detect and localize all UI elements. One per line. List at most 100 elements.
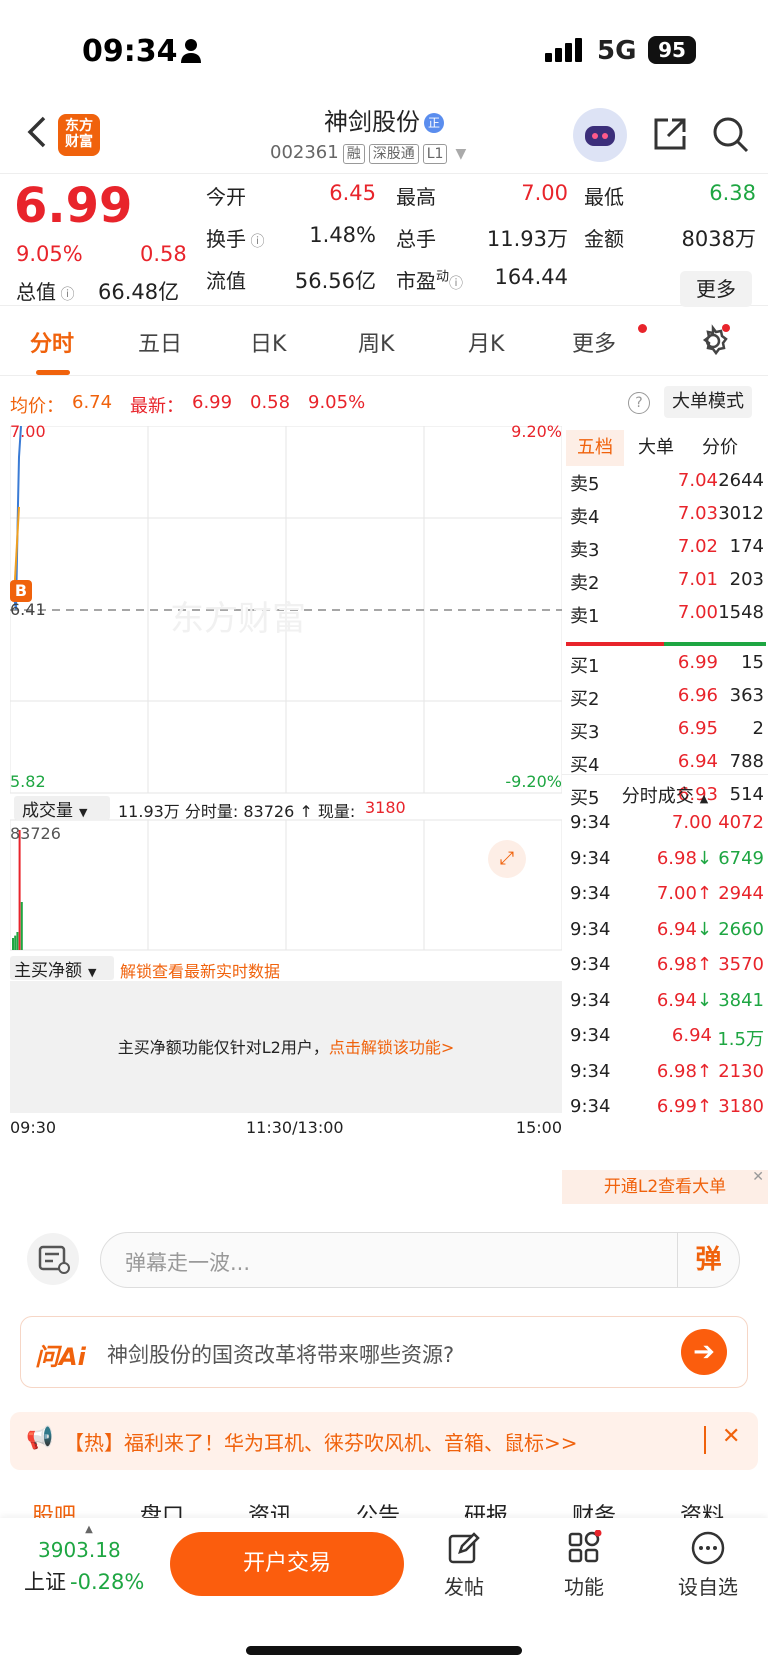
ai-question-bar[interactable]: 问Ai 神剑股份的国资改革将带来哪些资源? ➔: [20, 1316, 748, 1388]
pe-value: 164.44: [494, 265, 568, 289]
float-value-label: 流值: [206, 269, 246, 293]
net-buy-selector[interactable]: 主买净额 ▼: [10, 956, 114, 981]
avg-price: 6.74: [72, 392, 113, 413]
tab-intraday[interactable]: 分时: [30, 326, 74, 358]
tab-weekly-k[interactable]: 周K: [358, 326, 394, 358]
index-ticker[interactable]: ▲ 3903.18 上证 -0.28%: [14, 1524, 164, 1594]
unlock-link[interactable]: 点击解锁该功能>: [329, 1038, 454, 1057]
sell-row[interactable]: 卖4 7.03 3012: [562, 503, 768, 533]
buy-row[interactable]: 买2 6.96 363: [562, 685, 768, 715]
expand-icon[interactable]: ⤢: [488, 840, 526, 878]
chevron-down-icon[interactable]: ▼: [455, 146, 466, 162]
tick-row: 9:34 6.98↓ 6749: [570, 847, 764, 869]
share-icon[interactable]: [650, 114, 690, 154]
ticks-title[interactable]: 分时成交 ▲: [562, 782, 768, 808]
low-value: 6.38: [709, 181, 756, 205]
arrow-right-icon[interactable]: ➔: [681, 1329, 727, 1375]
sell-row[interactable]: 卖5 7.04 2644: [562, 470, 768, 500]
tab-big-orders[interactable]: 大单: [638, 430, 674, 466]
tag-rong: 融: [342, 144, 365, 164]
volume-bar: [12, 938, 14, 950]
volume-selector[interactable]: 成交量 ▼: [14, 796, 110, 821]
promo-banner[interactable]: 📢 【热】福利来了！华为耳机、徕芬吹风机、音箱、鼠标>> ✕: [10, 1412, 758, 1470]
float-value: 56.56亿: [294, 269, 376, 293]
post-label: 发帖: [444, 1575, 484, 1599]
add-watchlist-label: 设自选: [678, 1575, 738, 1599]
high-value: 7.00: [521, 181, 568, 205]
close-icon[interactable]: ✕: [722, 1424, 740, 1449]
add-watchlist-button[interactable]: 设自选: [668, 1530, 748, 1600]
volume-bar: [18, 830, 21, 950]
zheng-badge: 正: [424, 113, 444, 133]
open-value: 6.45: [329, 181, 376, 205]
turnover-label: 换手 ⓘ: [206, 227, 265, 251]
danmu-bar: 弹幕走一波... 弹: [0, 1212, 768, 1302]
tick-row: 9:34 6.98↑ 2130: [570, 1060, 764, 1082]
bottom-bar: ▲ 3903.18 上证 -0.28% 开户交易 发帖 功能 设自选: [0, 1518, 768, 1666]
latest-label: 最新：: [130, 396, 184, 417]
tab-indicator: [36, 370, 70, 375]
depth-tabs: 五档 大单 分价: [562, 430, 768, 466]
quote-panel: 6.99 9.05% 0.58 总值 ⓘ 66.48亿 今开 6.45 最高 7…: [0, 176, 768, 307]
sell-row[interactable]: 卖2 7.01 203: [562, 569, 768, 599]
post-button[interactable]: 发帖: [424, 1530, 504, 1600]
ai-label: 问Ai: [35, 1343, 86, 1371]
buy-strength-bar: [664, 642, 766, 646]
signal-icon: [545, 38, 582, 62]
battery-icon: 95: [648, 36, 696, 64]
y-min-label: 5.82: [10, 772, 46, 791]
help-icon[interactable]: ?: [628, 392, 650, 414]
danmu-input[interactable]: 弹幕走一波... 弹: [100, 1232, 740, 1288]
net-unlock-text[interactable]: 解锁查看最新实时数据: [120, 958, 280, 982]
network-label: 5G: [597, 36, 637, 66]
last-price: 6.99: [14, 178, 133, 234]
index-value: 3903.18: [38, 1538, 121, 1562]
depth-panel: 五档 大单 分价 卖5 7.04 2644 卖4 7.03 3012 卖3 7.02 174 卖2…: [562, 426, 768, 1206]
tab-price-dist[interactable]: 分价: [702, 430, 738, 466]
tick-row: 9:34 7.00 4072: [570, 812, 764, 833]
search-icon[interactable]: [710, 114, 750, 154]
tick-row: 9:34 7.00↑ 2944: [570, 883, 764, 904]
functions-button[interactable]: 功能: [544, 1529, 624, 1600]
open-account-button[interactable]: 开户交易: [170, 1532, 404, 1596]
buy-marker[interactable]: B: [10, 580, 32, 602]
open-l2-banner[interactable]: 开通L2查看大单 ✕: [562, 1169, 768, 1204]
close-icon[interactable]: ✕: [752, 1160, 764, 1194]
total-value: 66.48亿: [98, 280, 180, 304]
change-percent: 9.05%: [16, 242, 83, 266]
y-max-label: 7.00: [10, 422, 46, 441]
robot-avatar-icon[interactable]: [573, 108, 627, 162]
amount-label: 金额: [584, 227, 624, 251]
index-change: -0.28%: [70, 1570, 145, 1594]
tab-more[interactable]: 更多: [572, 326, 616, 358]
danmu-list-icon[interactable]: [26, 1232, 80, 1286]
notification-dot: [638, 324, 647, 333]
gear-icon[interactable]: [696, 324, 730, 358]
tag-sgt: 深股通: [368, 144, 419, 164]
danmu-toggle-button[interactable]: 弹: [677, 1233, 739, 1287]
volume-bar: [20, 902, 23, 950]
tick-row: 9:34 6.94↓ 3841: [570, 989, 764, 1011]
ai-question: 神剑股份的国资改革将带来哪些资源?: [107, 1343, 455, 1367]
more-dots-icon: [691, 1531, 725, 1565]
buy-row[interactable]: 买4 6.94 788: [562, 751, 768, 781]
person-icon: [181, 39, 201, 63]
sell-row[interactable]: 卖3 7.02 174: [562, 536, 768, 566]
amount-value: 8038万: [681, 227, 756, 251]
tab-monthly-k[interactable]: 月K: [468, 326, 504, 358]
intraday-chart[interactable]: 东方财富 7.00 9.20% 6.41 B 5.82 -9.20% 成交量 ▼ …: [10, 422, 562, 1180]
sell-row[interactable]: 卖1 7.00 1548: [562, 602, 768, 632]
volume-header: 成交量 ▼ 11.93万 分时量: 83726 ↑ 现量: 3180: [10, 794, 562, 821]
more-button[interactable]: 更多: [680, 271, 752, 307]
tab-five-day[interactable]: 五日: [138, 326, 182, 358]
buy-row[interactable]: 买1 6.99 15: [562, 652, 768, 682]
chart-tabs: 分时 五日 日K 周K 月K 更多: [0, 310, 768, 376]
tab-daily-k[interactable]: 日K: [250, 326, 286, 358]
buy-row[interactable]: 买3 6.95 2: [562, 718, 768, 748]
tab-five-levels[interactable]: 五档: [566, 430, 624, 466]
net-buy-header: 主买净额 ▼ 解锁查看最新实时数据: [10, 954, 562, 982]
grid-icon: [568, 1529, 602, 1563]
bigorder-mode-button[interactable]: 大单模式: [664, 386, 752, 418]
time-mid: 11:30/13:00: [246, 1118, 344, 1137]
edit-icon: [448, 1532, 480, 1564]
